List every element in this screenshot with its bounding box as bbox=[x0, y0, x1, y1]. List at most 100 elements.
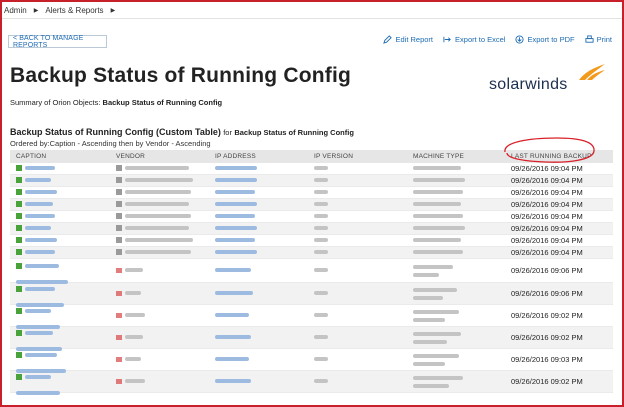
print-icon bbox=[585, 35, 594, 43]
cell-vendor bbox=[110, 285, 209, 303]
node-status-icon bbox=[16, 177, 22, 184]
cell-ip-address[interactable] bbox=[209, 329, 308, 347]
cell-ip-version bbox=[308, 351, 407, 369]
node-status-icon bbox=[16, 263, 22, 270]
vendor-redacted bbox=[125, 357, 141, 362]
cell-ip-version bbox=[308, 373, 407, 391]
ip-redacted bbox=[215, 335, 251, 340]
cell-machine-type bbox=[407, 287, 505, 300]
vendor-redacted bbox=[125, 379, 145, 384]
breadcrumb-item-alerts-reports[interactable]: Alerts & Reports bbox=[45, 6, 103, 15]
caption-redacted bbox=[16, 390, 60, 395]
machine-type-redacted bbox=[413, 166, 461, 171]
back-to-manage-reports-button[interactable]: < BACK TO MANAGE REPORTS bbox=[8, 35, 107, 49]
vendor-redacted bbox=[125, 335, 143, 340]
cell-last-running-backup: 09/26/2016 09:06 PM bbox=[511, 289, 583, 298]
cell-machine-type bbox=[407, 309, 505, 322]
cell-last-running-backup: 09/26/2016 09:02 PM bbox=[511, 377, 583, 386]
vendor-icon bbox=[116, 237, 122, 244]
cell-vendor bbox=[110, 373, 209, 391]
ip-version-redacted bbox=[314, 238, 328, 243]
cell-caption[interactable] bbox=[10, 369, 110, 395]
ordered-by-text: Ordered by:Caption - Ascending then by V… bbox=[10, 139, 211, 148]
ip-redacted bbox=[215, 238, 255, 243]
ip-redacted bbox=[215, 357, 249, 362]
export-to-pdf-label: Export to PDF bbox=[527, 35, 575, 44]
machine-type-redacted bbox=[413, 317, 445, 322]
machine-type-redacted bbox=[413, 361, 445, 366]
machine-type-redacted bbox=[413, 264, 453, 269]
print-link[interactable]: Print bbox=[585, 35, 612, 44]
cell-ip-address[interactable] bbox=[209, 307, 308, 325]
cell-last-running-backup: 09/26/2016 09:02 PM bbox=[511, 333, 583, 342]
machine-type-redacted bbox=[413, 190, 463, 195]
machine-type-redacted bbox=[413, 250, 463, 255]
ip-version-redacted bbox=[314, 190, 328, 195]
solarwinds-logo: solarwinds bbox=[489, 62, 609, 94]
cell-vendor bbox=[110, 244, 209, 262]
cell-vendor bbox=[110, 329, 209, 347]
print-label: Print bbox=[596, 35, 612, 44]
caption-redacted bbox=[25, 214, 55, 219]
ip-version-redacted bbox=[314, 250, 328, 255]
cell-ip-address[interactable] bbox=[209, 351, 308, 369]
vendor-icon bbox=[116, 378, 122, 384]
machine-type-redacted bbox=[413, 339, 447, 344]
edit-report-link[interactable]: Edit Report bbox=[383, 35, 433, 44]
node-status-icon bbox=[16, 374, 22, 381]
vendor-icon bbox=[116, 201, 122, 208]
export-to-pdf-link[interactable]: Export to PDF bbox=[515, 35, 575, 44]
cell-vendor bbox=[110, 262, 209, 280]
caption-redacted bbox=[25, 238, 57, 243]
cell-last-running-backup: 09/26/2016 09:04 PM bbox=[511, 248, 583, 257]
ip-redacted bbox=[215, 250, 257, 255]
caption-redacted bbox=[25, 309, 51, 314]
cell-last-running-backup: 09/26/2016 09:04 PM bbox=[511, 200, 583, 209]
vendor-redacted bbox=[125, 178, 193, 183]
vendor-icon bbox=[116, 356, 122, 362]
node-status-icon bbox=[16, 201, 22, 208]
annotation-circle bbox=[504, 137, 595, 163]
ip-redacted bbox=[215, 379, 251, 384]
cell-ip-address[interactable] bbox=[209, 244, 308, 262]
caption-redacted bbox=[25, 190, 57, 195]
node-status-icon bbox=[16, 249, 22, 256]
vendor-redacted bbox=[125, 226, 189, 231]
page-title: Backup Status of Running Config bbox=[10, 64, 352, 87]
vendor-icon bbox=[116, 165, 122, 172]
cell-last-running-backup: 09/26/2016 09:02 PM bbox=[511, 311, 583, 320]
node-status-icon bbox=[16, 165, 22, 172]
cell-ip-address[interactable] bbox=[209, 262, 308, 280]
caption-redacted bbox=[25, 226, 51, 231]
vendor-icon bbox=[116, 334, 122, 340]
pdf-download-icon bbox=[515, 35, 525, 44]
ip-redacted bbox=[215, 268, 251, 273]
export-to-excel-label: Export to Excel bbox=[455, 35, 506, 44]
vendor-redacted bbox=[125, 214, 191, 219]
ip-version-redacted bbox=[314, 291, 328, 296]
cell-ip-version bbox=[308, 285, 407, 303]
ip-redacted bbox=[215, 178, 257, 183]
machine-type-redacted bbox=[413, 331, 461, 336]
ip-redacted bbox=[215, 313, 249, 318]
machine-type-redacted bbox=[413, 295, 443, 300]
breadcrumb: Admin ▶ Alerts & Reports ▶ bbox=[4, 3, 122, 17]
cell-ip-address[interactable] bbox=[209, 373, 308, 391]
cell-ip-version bbox=[308, 329, 407, 347]
cell-ip-version bbox=[308, 262, 407, 280]
breadcrumb-separator-icon: ▶ bbox=[110, 7, 116, 14]
vendor-redacted bbox=[125, 190, 191, 195]
ip-version-redacted bbox=[314, 226, 328, 231]
caption-redacted bbox=[25, 287, 55, 292]
cell-ip-address[interactable] bbox=[209, 285, 308, 303]
cell-last-running-backup: 09/26/2016 09:06 PM bbox=[511, 266, 583, 275]
cell-vendor bbox=[110, 351, 209, 369]
node-status-icon bbox=[16, 286, 22, 293]
breadcrumb-item-admin[interactable]: Admin bbox=[4, 6, 27, 15]
vendor-redacted bbox=[125, 268, 143, 273]
vendor-icon bbox=[116, 225, 122, 232]
ip-redacted bbox=[215, 214, 255, 219]
vendor-redacted bbox=[125, 238, 193, 243]
caption-redacted bbox=[25, 331, 53, 336]
export-to-excel-link[interactable]: Export to Excel bbox=[443, 35, 505, 44]
